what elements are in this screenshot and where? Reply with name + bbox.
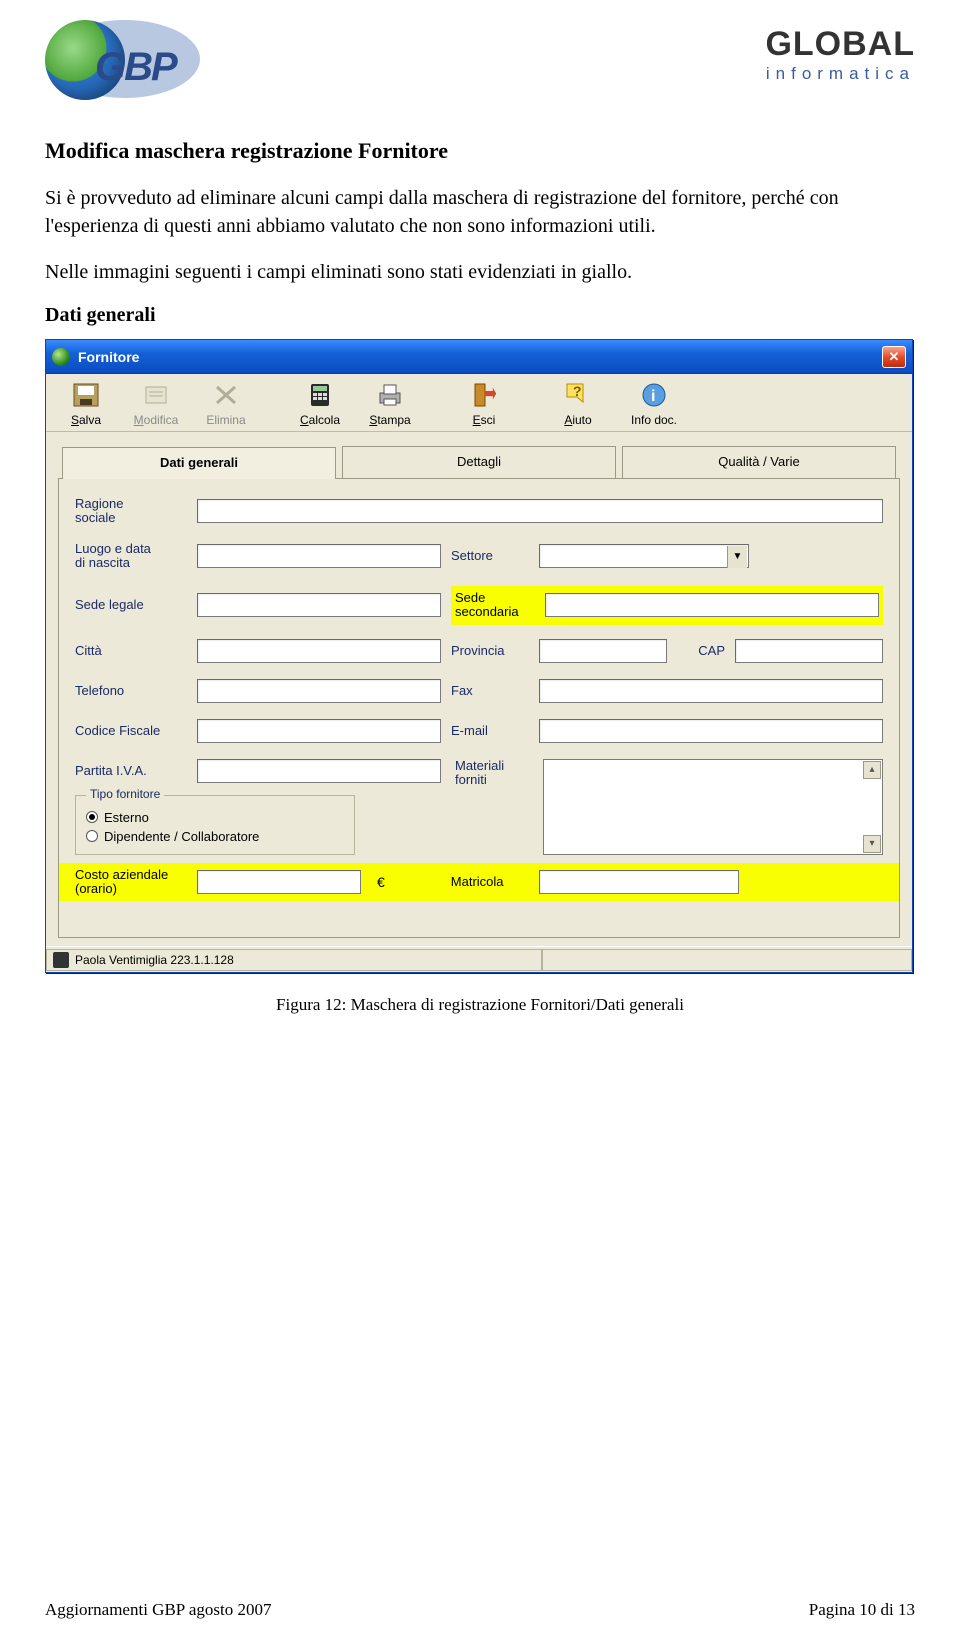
radio-icon [86,811,98,823]
logo-gbp-text: GBP [95,45,176,90]
close-icon: ✕ [889,349,900,365]
fax-input[interactable] [539,679,883,703]
label-citta: Città [75,644,187,658]
page-header: GBP GLOBAL informatica [45,15,915,110]
label-dipendente: Dipendente / Collaboratore [104,829,259,844]
info-doc-label: Info doc. [616,413,692,427]
label-materiali-forniti: Materiali forniti [455,759,533,855]
label-codice-fiscale: Codice Fiscale [75,724,187,738]
esci-button[interactable]: Esci [452,380,516,427]
label-euro: € [371,874,391,890]
provincia-input[interactable] [539,639,667,663]
label-provincia: Provincia [451,644,529,658]
help-icon: ? [561,380,595,410]
calculator-icon [303,380,337,410]
sede-secondaria-input[interactable] [545,593,879,617]
svg-text:?: ? [573,383,582,399]
email-input[interactable] [539,719,883,743]
status-right [542,949,912,971]
settore-select[interactable]: ▼ [539,544,749,568]
salva-button[interactable]: Salva [54,380,118,427]
edit-icon [139,380,173,410]
tabs: Dati generali Dettagli Qualità / Varie [62,446,896,478]
materiali-forniti-textarea[interactable]: ▴ ▾ [543,759,883,855]
delete-icon [209,380,243,410]
exit-icon [467,380,501,410]
label-fax: Fax [451,684,529,698]
elimina-button[interactable]: Elimina [194,380,258,427]
label-luogo-data-nascita: Luogo e data di nascita [75,542,187,571]
dialog-titlebar: Fornitore ✕ [46,340,912,374]
modifica-button[interactable]: Modifica [124,380,188,427]
label-ragione-sociale: Ragione sociale [75,497,187,526]
highlighted-sede-secondaria: Sede secondaria [451,586,883,625]
tipo-fornitore-group: Tipo fornitore Esterno Dipendente / Coll… [75,795,355,855]
costo-aziendale-input[interactable] [197,870,361,894]
label-costo-aziendale: Costo aziendale (orario) [75,868,187,897]
elimina-label: Elimina [194,413,258,427]
document-paragraph-2: Nelle immagini seguenti i campi eliminat… [45,258,915,286]
printer-icon [373,380,407,410]
label-telefono: Telefono [75,684,187,698]
highlighted-costo-row: Costo aziendale (orario) € Matricola [59,863,899,902]
label-sede-legale: Sede legale [75,598,187,612]
document-heading: Modifica maschera registrazione Fornitor… [45,138,915,164]
footer-left: Aggiornamenti GBP agosto 2007 [45,1600,272,1620]
close-button[interactable]: ✕ [882,346,906,368]
sede-legale-input[interactable] [197,593,441,617]
label-email: E-mail [451,724,529,738]
fornitore-dialog: Fornitore ✕ Salva Modifica [45,339,913,973]
telefono-input[interactable] [197,679,441,703]
citta-input[interactable] [197,639,441,663]
tab-panel-dati-generali: Ragione sociale Luogo e data di nascita … [58,478,900,938]
chevron-down-icon: ▼ [727,546,747,568]
document-subheading: Dati generali [45,304,915,327]
dialog-title: Fornitore [78,349,882,365]
salva-label: alva [79,413,101,427]
radio-esterno[interactable]: Esterno [86,810,344,825]
luogo-data-nascita-input[interactable] [197,544,441,568]
label-cap: CAP [677,644,725,658]
matricola-input[interactable] [539,870,739,894]
tab-qualita-varie[interactable]: Qualità / Varie [622,446,896,478]
info-doc-button[interactable]: i Info doc. [616,380,692,427]
tab-dettagli[interactable]: Dettagli [342,446,616,478]
label-matricola: Matricola [451,875,529,889]
cap-input[interactable] [735,639,883,663]
calcola-button[interactable]: Calcola [288,380,352,427]
toolbar: Salva Modifica Elimina Calcola [46,374,912,432]
document-paragraph-1: Si è provveduto ad eliminare alcuni camp… [45,184,915,240]
ragione-sociale-input[interactable] [197,499,883,523]
radio-dipendente[interactable]: Dipendente / Collaboratore [86,829,344,844]
label-partita-iva: Partita I.V.A. [75,764,187,778]
stampa-button[interactable]: Stampa [358,380,422,427]
page-footer: Aggiornamenti GBP agosto 2007 Pagina 10 … [45,1600,915,1620]
user-icon [53,952,69,968]
partita-iva-input[interactable] [197,759,441,783]
tab-dati-generali[interactable]: Dati generali [62,447,336,479]
figure-caption: Figura 12: Maschera di registrazione For… [45,995,915,1015]
label-tipo-fornitore: Tipo fornitore [86,787,164,801]
save-icon [69,380,103,410]
label-sede-secondaria: Sede secondaria [455,591,535,620]
logo-gbp: GBP [45,15,215,110]
logo-global-line1: GLOBAL [765,25,915,64]
logo-global-line2: informatica [765,64,915,84]
radio-icon [86,830,98,842]
info-icon: i [637,380,671,410]
status-text: Paola Ventimiglia 223.1.1.128 [75,953,234,967]
status-bar: Paola Ventimiglia 223.1.1.128 [46,946,912,972]
svg-text:i: i [651,388,655,405]
codice-fiscale-input[interactable] [197,719,441,743]
label-esterno: Esterno [104,810,149,825]
scroll-down-icon[interactable]: ▾ [863,835,881,853]
aiuto-button[interactable]: ? Aiuto [546,380,610,427]
scroll-up-icon[interactable]: ▴ [863,761,881,779]
logo-global: GLOBAL informatica [765,15,915,84]
footer-right: Pagina 10 di 13 [809,1600,915,1620]
label-settore: Settore [451,549,529,563]
window-globe-icon [52,348,70,366]
